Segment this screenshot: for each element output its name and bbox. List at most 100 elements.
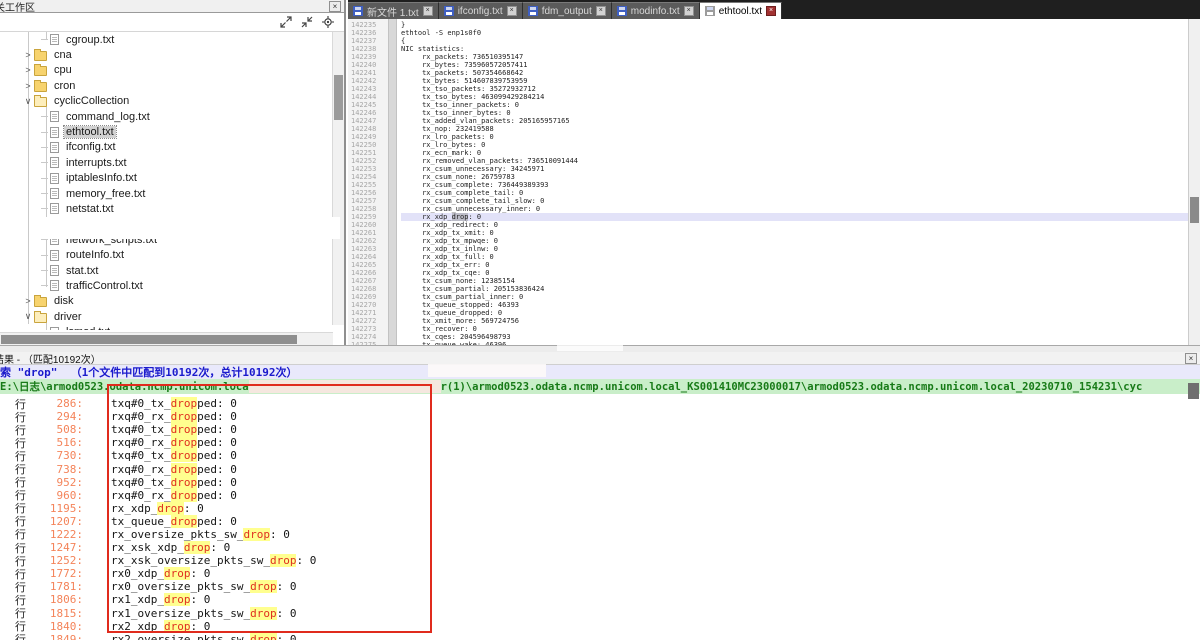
scrollbar-thumb[interactable] [1,335,297,344]
tree-folder-cpu[interactable]: >cpu [0,63,344,78]
tree-file-cgroup.txt[interactable]: cgroup.txt [0,32,344,47]
tree-connector [41,178,48,179]
result-line-number: 1840: [31,620,83,633]
close-icon[interactable]: × [423,6,433,16]
result-row[interactable]: 行1815:rx1_oversize_pkts_sw_drop: 0 [0,607,1200,620]
result-row[interactable]: 行1252:rx_xsk_oversize_pkts_sw_drop: 0 [0,554,1200,567]
tree-file-stat.txt[interactable]: stat.txt [0,263,344,278]
tree-folder-cna[interactable]: >cna [0,47,344,62]
result-text: txq#0_tx_dropped: 0 [111,397,237,410]
tree-folder-cron[interactable]: >cron [0,78,344,93]
result-row[interactable]: 行1247:rx_xsk_xdp_drop: 0 [0,541,1200,554]
chevron-down-icon[interactable]: ∨ [22,96,34,107]
result-row[interactable]: 行1207:tx_queue_dropped: 0 [0,515,1200,528]
workspace-close-button[interactable]: × [329,1,341,12]
result-text: txq#0_tx_dropped: 0 [111,423,237,436]
line-number: 142261 [351,229,388,237]
tree-file-memory_free.txt[interactable]: memory_free.txt [0,186,344,201]
locate-icon[interactable] [322,16,334,28]
close-icon[interactable]: × [766,6,776,16]
result-row[interactable]: 行1806:rx1_xdp_drop: 0 [0,593,1200,606]
tab-新文件 1.txt[interactable]: 新文件 1.txt× [348,2,439,19]
tree-file-netstat.txt[interactable]: netstat.txt [0,201,344,216]
line-number: 142244 [351,93,388,101]
tree-connector [41,270,48,271]
line-number: 142257 [351,197,388,205]
tree-item-label: routeInfo.txt [64,249,126,261]
expand-icon[interactable] [280,16,292,28]
close-icon[interactable]: × [507,6,517,16]
chevron-right-icon[interactable]: > [22,50,34,60]
folder-icon [34,297,47,307]
editor-vertical-scrollbar[interactable] [1188,19,1200,345]
tree-file-routeInfo.txt[interactable]: routeInfo.txt [0,247,344,262]
close-icon[interactable]: × [596,6,606,16]
tree-folder-cyclicCollection[interactable]: ∨cyclicCollection [0,94,344,109]
tree-file-lsmod.txt[interactable]: lsmod.txt [0,324,344,330]
censor-blur [428,364,546,377]
result-row[interactable]: 行730:txq#0_tx_dropped: 0 [0,449,1200,462]
result-line-number: 1195: [31,502,83,515]
tree-file-command_log.txt[interactable]: command_log.txt [0,109,344,124]
tree-file-ifconfig.txt[interactable]: ifconfig.txt [0,140,344,155]
chevron-right-icon[interactable]: > [22,296,34,306]
matched-file-path-row[interactable]: E:\日志\armod0523.odata.ncmp.unicom.loca r… [0,379,1200,394]
tree-horizontal-scrollbar[interactable] [0,332,333,345]
code-line: rx_csum_complete_tail: 0 [401,189,1200,197]
tab-modinfo.txt[interactable]: modinfo.txt× [612,2,700,19]
chevron-right-icon[interactable]: > [22,65,34,75]
file-icon [50,157,59,168]
code-line: tx_packets: 507354668642 [401,69,1200,77]
scrollbar-thumb[interactable] [1190,197,1199,223]
tree-item-label: driver [52,311,84,323]
editor-body[interactable]: 1422351422361422371422381422391422401422… [348,19,1200,345]
result-row[interactable]: 行294:rxq#0_rx_dropped: 0 [0,410,1200,423]
tab-ifconfig.txt[interactable]: ifconfig.txt× [439,2,523,19]
chevron-right-icon[interactable]: > [22,81,34,91]
result-row[interactable]: 行286:txq#0_tx_dropped: 0 [0,397,1200,410]
result-row[interactable]: 行1195:rx_xdp_drop: 0 [0,502,1200,515]
scrollbar-thumb[interactable] [334,75,343,120]
tree-file-iptablesInfo.txt[interactable]: iptablesInfo.txt [0,171,344,186]
close-icon[interactable]: × [684,6,694,16]
tree-file-ethtool.txt[interactable]: ethtool.txt [0,124,344,139]
tab-fdm_output[interactable]: fdm_output× [523,2,612,19]
folder-icon [34,51,47,61]
result-row[interactable]: 行1840:rx2_xdp_drop: 0 [0,620,1200,633]
code-line: rx_bytes: 735960572057411 [401,61,1200,69]
censor-blur [40,217,340,239]
result-row[interactable]: 行1781:rx0_oversize_pkts_sw_drop: 0 [0,580,1200,593]
result-row[interactable]: 行952:txq#0_tx_dropped: 0 [0,476,1200,489]
result-row[interactable]: 行1222:rx_oversize_pkts_sw_drop: 0 [0,528,1200,541]
code-line: rx_csum_unnecessary: 34245971 [401,165,1200,173]
file-icon [50,265,59,276]
tree-item-label: stat.txt [64,265,100,277]
result-row[interactable]: 行1772:rx0_xdp_drop: 0 [0,567,1200,580]
editor-code[interactable]: }ethtool -S enp1s0f0{NIC statistics: rx_… [397,19,1200,345]
tree-folder-driver[interactable]: ∨ driver [0,309,344,324]
code-line: rx_xdp_tx_cqe: 0 [401,269,1200,277]
tab-ethtool.txt[interactable]: ethtool.txt× [700,2,782,19]
tree-file-trafficControl.txt[interactable]: trafficControl.txt [0,278,344,293]
result-row[interactable]: 行738:rxq#0_rx_dropped: 0 [0,462,1200,475]
result-row[interactable]: 行1849:rx2_oversize_pkts_sw_drop: 0 [0,633,1200,640]
tree-file-interrupts.txt[interactable]: interrupts.txt [0,155,344,170]
censor-blur [249,380,441,393]
result-row[interactable]: 行960:rxq#0_rx_dropped: 0 [0,489,1200,502]
result-line-number: 1772: [31,567,83,580]
tree-vertical-scrollbar[interactable] [332,32,344,325]
results-close-button[interactable]: × [1185,353,1197,364]
tree-connector [41,255,48,256]
results-scrollbar-thumb[interactable] [1188,383,1199,399]
file-icon [50,34,59,45]
code-line: rx_removed_vlan_packets: 736510091444 [401,157,1200,165]
tree-folder-disk[interactable]: >disk [0,294,344,309]
results-title: 搜索结果 - （匹配10192次） [0,352,101,365]
result-row[interactable]: 行516:rxq#0_rx_dropped: 0 [0,436,1200,449]
tree-item-label: memory_free.txt [64,188,147,200]
code-line: tx_tso_inner_packets: 0 [401,101,1200,109]
result-row[interactable]: 行508:txq#0_tx_dropped: 0 [0,423,1200,436]
collapse-icon[interactable] [301,16,313,28]
chevron-down-icon[interactable]: ∨ [22,311,34,322]
tree-item-label: ifconfig.txt [64,141,118,153]
